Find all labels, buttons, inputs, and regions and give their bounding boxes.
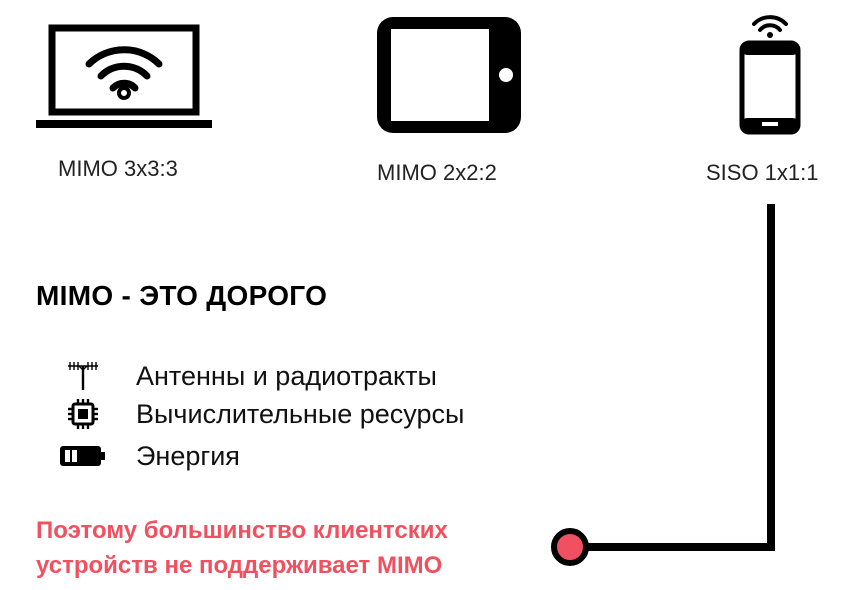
cost-label-compute: Вычислительные ресурсы bbox=[136, 398, 465, 429]
battery-icon bbox=[60, 446, 105, 466]
conclusion-line-2: устройств не поддерживает MIMO bbox=[36, 552, 443, 579]
conclusion-text: Поэтому большинство клиентских устройств… bbox=[36, 513, 448, 583]
cost-item-compute: Вычислительные ресурсы bbox=[58, 396, 464, 432]
cost-label-antennas: Антенны и радиотракты bbox=[136, 360, 437, 391]
cost-label-energy: Энергия bbox=[136, 440, 240, 471]
antenna-icon bbox=[68, 362, 98, 390]
cost-item-antennas: Антенны и радиотракты bbox=[58, 358, 437, 394]
cost-item-energy: Энергия bbox=[58, 438, 240, 474]
conclusion-line-1: Поэтому большинство клиентских bbox=[36, 517, 448, 544]
headline: MIMO - ЭТО ДОРОГО bbox=[36, 280, 328, 311]
connector-endpoint bbox=[551, 528, 589, 566]
cpu-chip-icon bbox=[68, 399, 98, 429]
